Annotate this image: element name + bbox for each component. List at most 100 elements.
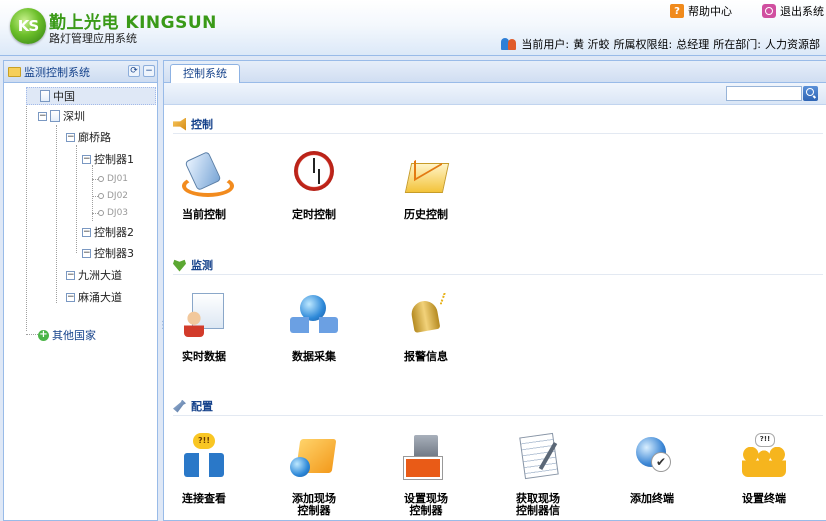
tree-node-label: DJ01: [107, 174, 129, 184]
user-info: 当前用户: 黄 沂蛟 所属权限组: 总经理 所在部门: 人力资源部: [501, 36, 820, 52]
tree-node-label: 中国: [53, 90, 75, 103]
collapse-toggle-icon[interactable]: −: [38, 111, 47, 121]
tree-node-mayong-avenue[interactable]: − 麻涌大道: [66, 288, 122, 306]
history-control-button[interactable]: 历史控制: [386, 149, 466, 221]
network-globe-icon: [286, 291, 342, 339]
tree-node-label: 深圳: [63, 110, 85, 123]
get-field-controller-info-button[interactable]: 获取现场 控制器信: [498, 433, 578, 517]
current-user-label: 当前用户:: [521, 38, 570, 51]
item-label: 连接查看: [182, 492, 226, 505]
section-title: 配置: [191, 400, 213, 413]
handset-icon: [176, 149, 234, 197]
tree-node-langqiao-road[interactable]: − 廊桥路: [66, 128, 111, 146]
collapse-panel-button[interactable]: −: [143, 65, 155, 77]
group-value: 总经理: [676, 38, 710, 51]
search-input[interactable]: [726, 86, 802, 101]
section-config-header: 配置: [173, 398, 213, 414]
item-label: 数据采集: [292, 350, 336, 363]
sidebar-header: 监测控制系统 ⟳ −: [4, 61, 157, 83]
tree-node-controller-3[interactable]: − 控制器3: [82, 244, 134, 262]
sidebar-panel: 监测控制系统 ⟳ − 中国 − 深圳 − 廊桥路 − 控制器1 DJ01 DJ0…: [3, 60, 158, 521]
main-panel: 控制系统 控制 当前控制 定时控制 历史控制 监测 实时数据 数据采集 报警信息…: [163, 60, 826, 521]
tree-node-controller-2[interactable]: − 控制器2: [82, 223, 134, 241]
item-label: 历史控制: [404, 208, 448, 221]
tree-node-dj02[interactable]: DJ02: [98, 187, 128, 205]
add-terminal-button[interactable]: 添加终端: [612, 433, 692, 505]
item-label: 定时控制: [292, 208, 336, 221]
dept-value: 人力资源部: [765, 38, 820, 51]
computer-icon: [398, 433, 454, 481]
collapse-toggle-icon[interactable]: −: [66, 270, 75, 280]
tab-control-system[interactable]: 控制系统: [170, 64, 240, 84]
add-field-controller-button[interactable]: 添加现场 控制器: [274, 433, 354, 517]
collapse-toggle-icon[interactable]: −: [66, 292, 75, 302]
tree-node-other-countries[interactable]: + 其他国家: [38, 326, 96, 344]
tree-node-label: DJ03: [107, 208, 129, 218]
tree-node-label: 控制器3: [94, 247, 134, 260]
collapse-toggle-icon[interactable]: −: [82, 248, 91, 258]
globe-check-icon: [624, 433, 680, 481]
chart-icon: [398, 149, 454, 197]
connection-icon: [176, 433, 232, 481]
section-control-header: 控制: [173, 116, 213, 132]
section-monitor-header: 监测: [173, 257, 213, 273]
tree-node-shenzhen[interactable]: − 深圳: [38, 107, 85, 125]
tree-node-label: 控制器1: [94, 153, 134, 166]
tree-node-controller-1[interactable]: − 控制器1: [82, 150, 134, 168]
item-label: 报警信息: [404, 350, 448, 363]
tree-node-label: 麻涌大道: [78, 291, 122, 304]
help-center-label: 帮助中心: [688, 5, 732, 18]
connection-view-button[interactable]: 连接查看: [164, 433, 244, 505]
tree-node-label: 廊桥路: [78, 131, 111, 144]
megaphone-icon: [173, 117, 186, 131]
kingsun-logo: KS: [10, 8, 46, 44]
module-content: 控制 当前控制 定时控制 历史控制 监测 实时数据 数据采集 报警信息 配置 ?…: [164, 106, 826, 521]
tab-strip: 控制系统: [164, 61, 826, 84]
tree-node-jiuzhou-avenue[interactable]: − 九洲大道: [66, 266, 122, 284]
folder-icon: [8, 66, 21, 77]
monitor-icon: [173, 259, 186, 272]
help-center-link[interactable]: ? 帮助中心: [670, 3, 732, 19]
data-collection-button[interactable]: 数据采集: [274, 291, 354, 363]
page-icon: [50, 110, 60, 122]
refresh-tree-button[interactable]: ⟳: [128, 65, 140, 77]
realtime-data-button[interactable]: 实时数据: [164, 291, 244, 363]
search-button[interactable]: [803, 86, 818, 101]
sidebar-title: 监测控制系统: [24, 65, 90, 79]
tree-node-dj03[interactable]: DJ03: [98, 204, 128, 222]
wrench-icon: [173, 399, 186, 413]
users-icon: [501, 37, 517, 51]
item-label: 添加终端: [630, 492, 674, 505]
collapse-toggle-icon[interactable]: −: [82, 227, 91, 237]
help-icon: ?: [670, 4, 684, 18]
dept-label: 所在部门:: [713, 38, 761, 51]
collapse-toggle-icon[interactable]: −: [82, 154, 91, 164]
tree-node-dj01[interactable]: DJ01: [98, 170, 128, 188]
app-header: KS 勤上光电 KINGSUN 路灯管理应用系统 ? 帮助中心 退出系统 当前用…: [0, 0, 826, 56]
exit-system-link[interactable]: 退出系统: [762, 3, 824, 19]
alarm-info-button[interactable]: 报警信息: [386, 291, 466, 363]
item-label: 设置终端: [742, 492, 786, 505]
timed-control-button[interactable]: 定时控制: [274, 149, 354, 221]
users-discussion-icon: [736, 433, 792, 481]
lamp-icon: [98, 193, 104, 199]
set-field-controller-button[interactable]: 设置现场 控制器: [386, 433, 466, 517]
collapse-toggle-icon[interactable]: −: [66, 132, 75, 142]
current-control-button[interactable]: 当前控制: [164, 149, 244, 221]
report-person-icon: [176, 291, 232, 339]
bell-icon: [398, 291, 454, 339]
lamp-icon: [98, 210, 104, 216]
app-subtitle: 路灯管理应用系统: [49, 32, 137, 45]
group-label: 所属权限组:: [613, 38, 673, 51]
page-icon: [40, 90, 50, 102]
item-label: 获取现场 控制器信: [516, 492, 560, 517]
item-label: 实时数据: [182, 350, 226, 363]
set-terminal-button[interactable]: 设置终端: [724, 433, 804, 505]
item-label: 当前控制: [182, 208, 226, 221]
clock-icon: [286, 149, 342, 197]
tree-node-china[interactable]: 中国: [26, 87, 156, 105]
current-user-value: 黄 沂蛟: [573, 38, 610, 51]
expand-plus-icon[interactable]: +: [38, 329, 49, 341]
tree-node-label: 其他国家: [52, 329, 96, 342]
main-toolbar: [164, 83, 826, 105]
